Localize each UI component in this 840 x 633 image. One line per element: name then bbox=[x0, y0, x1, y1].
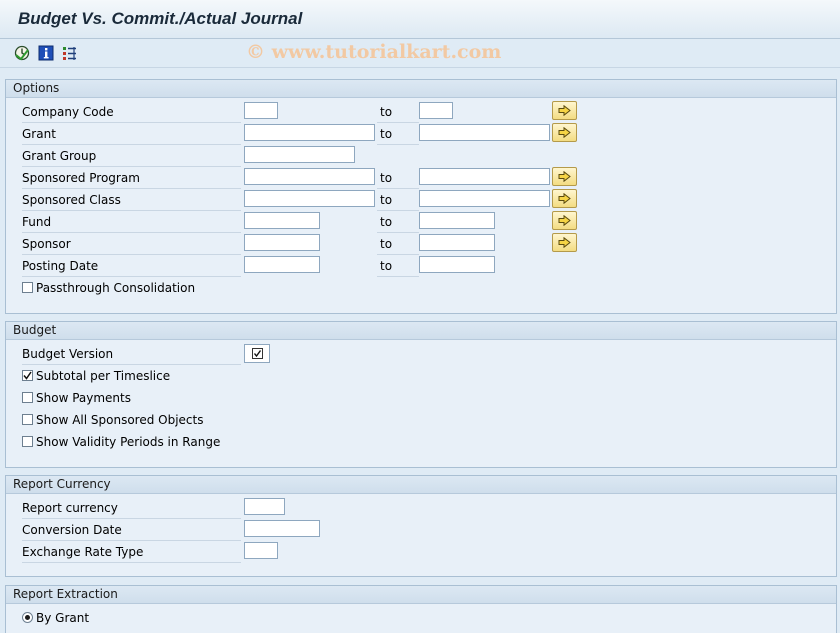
budget-group: Budget Budget Version Subtotal per Times… bbox=[5, 321, 837, 468]
report-currency-group: Report Currency Report currency Conversi… bbox=[5, 475, 837, 577]
exchange-rate-type-label: Exchange Rate Type bbox=[22, 542, 241, 563]
arrow-right-icon bbox=[558, 127, 571, 138]
show-payments-checkbox[interactable] bbox=[22, 392, 33, 403]
sponsored-class-multiple-selection-button[interactable] bbox=[552, 189, 577, 208]
fund-multiple-selection-button[interactable] bbox=[552, 211, 577, 230]
fund-label: Fund bbox=[22, 212, 241, 233]
sponsored-class-to-label: to bbox=[377, 190, 419, 211]
sponsored-class-from-input[interactable] bbox=[244, 190, 375, 207]
fund-to-label: to bbox=[377, 212, 419, 233]
show-all-sponsored-objects-checkbox[interactable] bbox=[22, 414, 33, 425]
posting-date-to-label: to bbox=[377, 256, 419, 277]
budget-group-header: Budget bbox=[6, 322, 836, 340]
fund-from-input[interactable] bbox=[244, 212, 320, 229]
execute-icon[interactable] bbox=[14, 45, 30, 61]
subtotal-per-timeslice-label: Subtotal per Timeslice bbox=[36, 369, 171, 383]
options-group: Options Company Code to Grant to Grant G… bbox=[5, 79, 837, 314]
watermark: © www.tutorialkart.com bbox=[246, 41, 502, 63]
arrow-right-icon bbox=[558, 193, 571, 204]
arrow-right-icon bbox=[558, 237, 571, 248]
company-code-multiple-selection-button[interactable] bbox=[552, 101, 577, 120]
sponsor-label: Sponsor bbox=[22, 234, 241, 255]
grant-group-label: Grant Group bbox=[22, 146, 241, 167]
selection-options-icon[interactable] bbox=[62, 45, 78, 61]
conversion-date-input[interactable] bbox=[244, 520, 320, 537]
checkmark-icon bbox=[23, 371, 32, 380]
grant-multiple-selection-button[interactable] bbox=[552, 123, 577, 142]
sponsored-class-label: Sponsored Class bbox=[22, 190, 241, 211]
company-code-to-input[interactable] bbox=[419, 102, 453, 119]
report-currency-group-header: Report Currency bbox=[6, 476, 836, 494]
sponsor-multiple-selection-button[interactable] bbox=[552, 233, 577, 252]
arrow-right-icon bbox=[558, 105, 571, 116]
information-icon[interactable] bbox=[38, 45, 54, 61]
show-all-sponsored-objects-label: Show All Sponsored Objects bbox=[36, 413, 204, 427]
passthrough-consolidation-label: Passthrough Consolidation bbox=[36, 281, 196, 295]
exchange-rate-type-input[interactable] bbox=[244, 542, 278, 559]
budget-version-label: Budget Version bbox=[22, 344, 241, 365]
grant-to-label: to bbox=[377, 124, 419, 145]
by-grant-radio[interactable] bbox=[22, 612, 33, 623]
grant-to-input[interactable] bbox=[419, 124, 550, 141]
show-validity-periods-checkbox[interactable] bbox=[22, 436, 33, 447]
grant-from-input[interactable] bbox=[244, 124, 375, 141]
posting-date-from-input[interactable] bbox=[244, 256, 320, 273]
grant-label: Grant bbox=[22, 124, 241, 145]
checkmark-icon bbox=[251, 348, 263, 359]
grant-group-input[interactable] bbox=[244, 146, 355, 163]
report-currency-input[interactable] bbox=[244, 498, 285, 515]
fund-to-input[interactable] bbox=[419, 212, 495, 229]
sponsored-program-from-input[interactable] bbox=[244, 168, 375, 185]
posting-date-label: Posting Date bbox=[22, 256, 241, 277]
sponsor-to-input[interactable] bbox=[419, 234, 495, 251]
company-code-from-input[interactable] bbox=[244, 102, 278, 119]
sponsor-to-label: to bbox=[377, 234, 419, 255]
arrow-right-icon bbox=[558, 215, 571, 226]
show-payments-label: Show Payments bbox=[36, 391, 131, 405]
sponsored-program-label: Sponsored Program bbox=[22, 168, 241, 189]
subtotal-per-timeslice-checkbox[interactable] bbox=[22, 370, 33, 381]
by-grant-label: By Grant bbox=[36, 611, 90, 625]
sponsored-program-multiple-selection-button[interactable] bbox=[552, 167, 577, 186]
page-title: Budget Vs. Commit./Actual Journal bbox=[18, 9, 303, 28]
report-extraction-group-header: Report Extraction bbox=[6, 586, 836, 604]
report-extraction-group: Report Extraction By Grant bbox=[5, 585, 837, 633]
show-validity-periods-label: Show Validity Periods in Range bbox=[36, 435, 221, 449]
company-code-to-label: to bbox=[377, 102, 419, 123]
sponsored-program-to-label: to bbox=[377, 168, 419, 189]
sponsored-class-to-input[interactable] bbox=[419, 190, 550, 207]
arrow-right-icon bbox=[558, 171, 571, 182]
sponsored-program-to-input[interactable] bbox=[419, 168, 550, 185]
report-currency-label: Report currency bbox=[22, 498, 241, 519]
company-code-label: Company Code bbox=[22, 102, 241, 123]
budget-version-checkbox[interactable] bbox=[244, 344, 270, 363]
options-group-header: Options bbox=[6, 80, 836, 98]
title-bar: Budget Vs. Commit./Actual Journal bbox=[0, 0, 840, 39]
conversion-date-label: Conversion Date bbox=[22, 520, 241, 541]
passthrough-consolidation-checkbox[interactable] bbox=[22, 282, 33, 293]
sponsor-from-input[interactable] bbox=[244, 234, 320, 251]
posting-date-to-input[interactable] bbox=[419, 256, 495, 273]
